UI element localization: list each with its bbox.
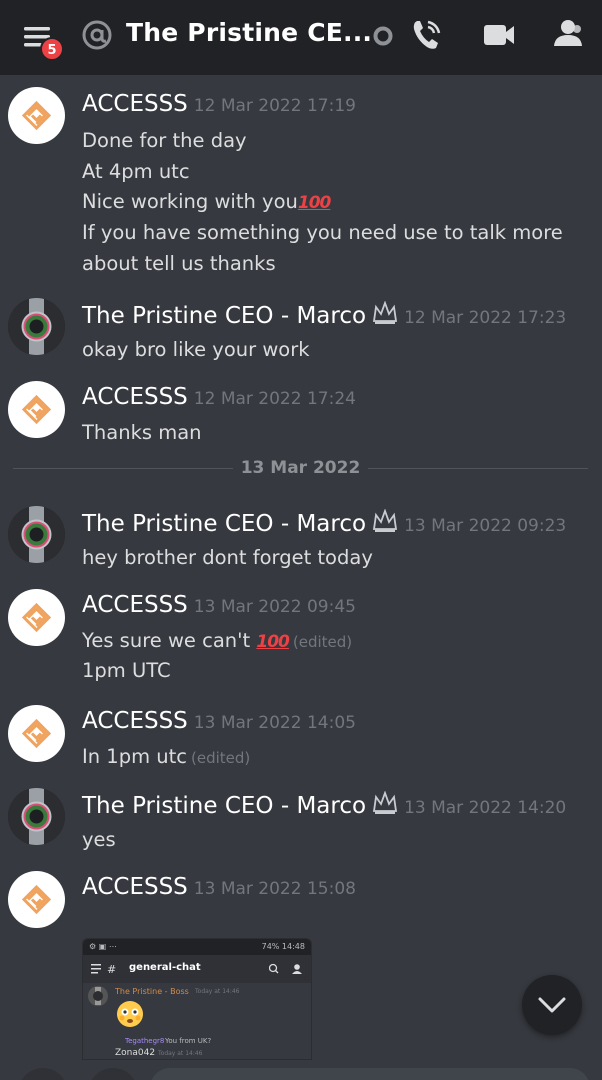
date-divider: 13 Mar 2022 bbox=[13, 458, 588, 478]
channel-header: 5 The Pristine CE... bbox=[0, 0, 602, 75]
message-text: At 4pm utc bbox=[82, 160, 190, 183]
crown-icon bbox=[373, 509, 398, 532]
attachment-channel-name: general-chat bbox=[129, 962, 201, 973]
access-logo-icon bbox=[21, 394, 52, 425]
avatar[interactable] bbox=[8, 506, 65, 563]
attachment-avatar bbox=[88, 986, 108, 1006]
message-text: If you have something you need use to ta… bbox=[82, 221, 563, 244]
timestamp: 12 Mar 2022 17:23 bbox=[404, 308, 567, 328]
message[interactable]: ACCESSS 13 Mar 2022 09:45 Yes sure we can… bbox=[0, 587, 602, 687]
author-name[interactable]: The Pristine CEO - Marco bbox=[82, 793, 366, 819]
crown-icon bbox=[373, 791, 398, 814]
watch-avatar-icon bbox=[8, 506, 65, 563]
message[interactable]: ACCESSS 13 Mar 2022 14:05 In 1pm utc (edit… bbox=[0, 703, 602, 773]
author-name[interactable]: ACCESSS bbox=[82, 384, 188, 410]
gift-button[interactable] bbox=[88, 1068, 138, 1080]
timestamp: 13 Mar 2022 09:23 bbox=[404, 516, 567, 536]
watch-avatar-icon bbox=[8, 788, 65, 845]
attachment-reply-author: Tegathegr8 bbox=[125, 1037, 165, 1045]
access-logo-icon bbox=[21, 718, 52, 749]
message-text: about tell us thanks bbox=[82, 252, 276, 275]
avatar[interactable] bbox=[8, 589, 65, 646]
edited-label: (edited) bbox=[292, 633, 353, 651]
avatar[interactable] bbox=[8, 381, 65, 438]
status-icon bbox=[373, 26, 393, 46]
at-sign-icon bbox=[82, 20, 112, 50]
divider-rule bbox=[368, 468, 588, 469]
watch-avatar-icon bbox=[8, 298, 65, 355]
image-attachment[interactable]: ⚙ ▣ ⋯ 74% 14:48 # general-chat The Pristi… bbox=[82, 938, 312, 1060]
message-text: In 1pm utc (edited) bbox=[82, 745, 251, 768]
timestamp: 12 Mar 2022 17:24 bbox=[193, 389, 356, 409]
attachment-header-icons bbox=[269, 963, 302, 974]
message-text: Done for the day bbox=[82, 129, 247, 152]
avatar[interactable] bbox=[8, 788, 65, 845]
access-logo-icon bbox=[21, 602, 52, 633]
notification-badge: 5 bbox=[40, 37, 64, 61]
attachment-time: Today at 14:46 bbox=[195, 988, 240, 995]
avatar[interactable] bbox=[8, 705, 65, 762]
author-name[interactable]: The Pristine CEO - Marco bbox=[82, 511, 366, 537]
attachment-reply-text: You from UK? bbox=[165, 1037, 212, 1045]
attachment-menu-icon: # bbox=[91, 963, 116, 975]
attachment-status-bar: ⚙ ▣ ⋯ 74% 14:48 bbox=[83, 939, 311, 955]
message-text: Thanks man bbox=[82, 421, 202, 444]
message[interactable]: ACCESSS 12 Mar 2022 17:24 Thanks man bbox=[0, 379, 602, 449]
attachment-next-author: Zona042 bbox=[115, 1048, 156, 1058]
channel-title[interactable]: The Pristine CE... bbox=[126, 18, 372, 47]
message[interactable]: The Pristine CEO - Marco 12 Mar 2022 17:2… bbox=[0, 296, 602, 366]
hundred-emoji-icon: 100 bbox=[256, 632, 289, 652]
author-name[interactable]: ACCESSS bbox=[82, 91, 188, 117]
message-text: yes bbox=[82, 828, 116, 851]
message-text: 1pm UTC bbox=[82, 659, 171, 682]
message-text: hey brother dont forget today bbox=[82, 546, 373, 569]
avatar[interactable] bbox=[8, 87, 65, 144]
message-text: okay bro like your work bbox=[82, 338, 310, 361]
message-input[interactable] bbox=[150, 1068, 590, 1080]
crown-icon bbox=[373, 301, 398, 324]
attachment-channel-header: # general-chat bbox=[83, 955, 311, 983]
avatar[interactable] bbox=[8, 871, 65, 928]
message-text: Nice working with you100 bbox=[82, 190, 331, 213]
access-logo-icon bbox=[21, 100, 52, 131]
composer-bar bbox=[0, 1068, 602, 1080]
edited-label: (edited) bbox=[191, 749, 251, 767]
hundred-emoji-icon: 100 bbox=[297, 193, 331, 213]
video-call-icon[interactable] bbox=[482, 20, 516, 50]
message[interactable]: ACCESSS 13 Mar 2022 15:08 bbox=[0, 868, 602, 938]
svg-text:#: # bbox=[107, 963, 116, 975]
access-logo-icon bbox=[21, 884, 52, 915]
timestamp: 12 Mar 2022 17:19 bbox=[193, 96, 356, 116]
author-name[interactable]: ACCESSS bbox=[82, 708, 188, 734]
jump-to-bottom-button[interactable] bbox=[522, 975, 582, 1035]
avatar[interactable] bbox=[8, 298, 65, 355]
add-attachment-button[interactable] bbox=[18, 1068, 68, 1080]
voice-call-icon[interactable] bbox=[410, 16, 444, 54]
attachment-next-time: Today at 14:46 bbox=[158, 1050, 203, 1057]
message[interactable]: The Pristine CEO - Marco 13 Mar 2022 14:2… bbox=[0, 786, 602, 856]
timestamp: 13 Mar 2022 14:05 bbox=[193, 713, 356, 733]
message-text: Yes sure we can't 100 (edited) bbox=[82, 629, 353, 652]
message[interactable]: ACCESSS 12 Mar 2022 17:19 Done for the da… bbox=[0, 86, 602, 286]
attachment-author: The Pristine - Boss bbox=[115, 987, 189, 996]
timestamp: 13 Mar 2022 09:45 bbox=[193, 597, 356, 617]
message[interactable]: The Pristine CEO - Marco 13 Mar 2022 09:2… bbox=[0, 504, 602, 574]
author-name[interactable]: ACCESSS bbox=[82, 874, 188, 900]
author-name[interactable]: The Pristine CEO - Marco bbox=[82, 303, 366, 329]
timestamp: 13 Mar 2022 14:20 bbox=[404, 798, 567, 818]
chevron-down-icon bbox=[538, 997, 566, 1013]
author-name[interactable]: ACCESSS bbox=[82, 592, 188, 618]
flushed-emoji-icon bbox=[117, 1001, 143, 1027]
members-icon[interactable] bbox=[552, 18, 584, 50]
timestamp: 13 Mar 2022 15:08 bbox=[193, 879, 356, 899]
